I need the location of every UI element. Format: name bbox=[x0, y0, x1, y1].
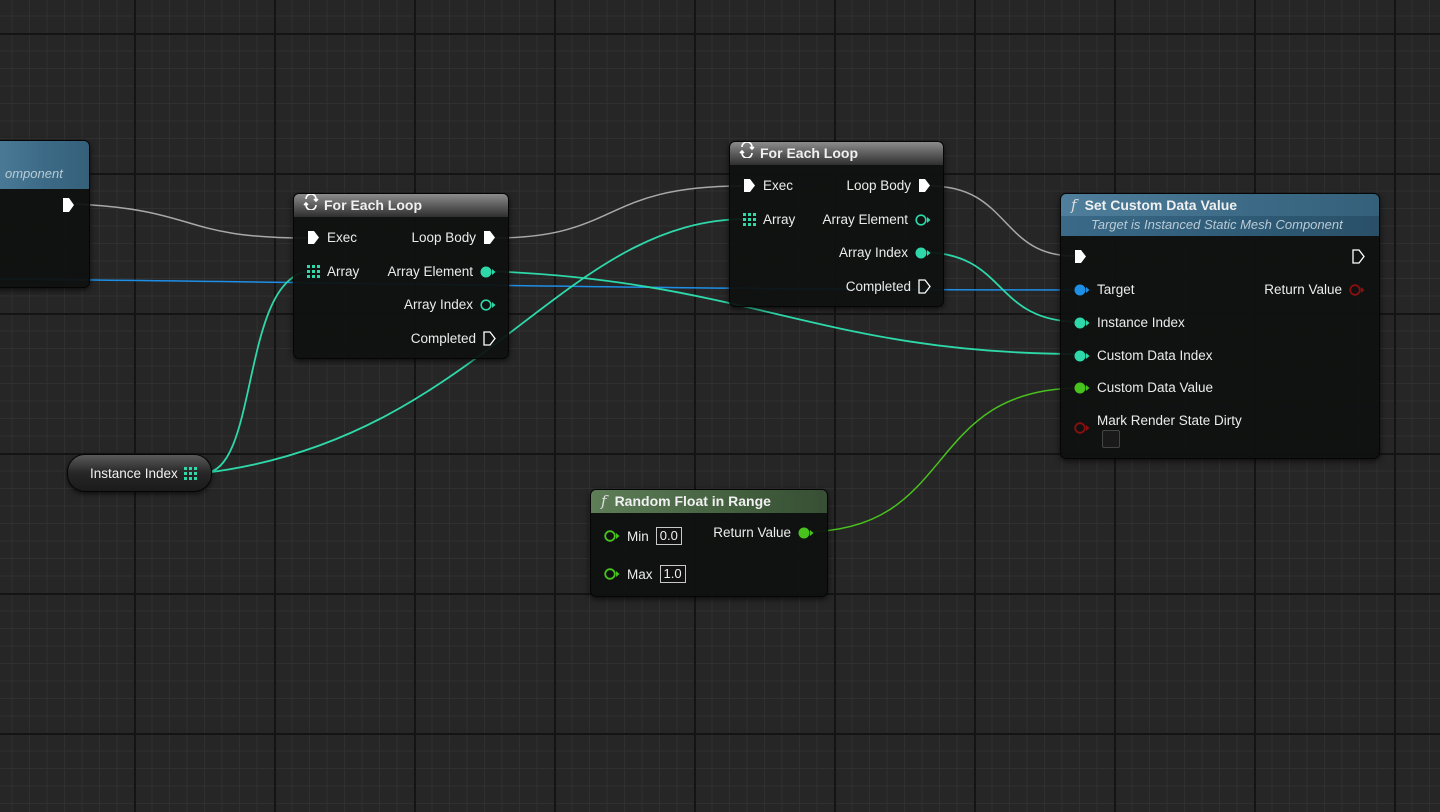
min-pin[interactable]: Min 0.0 bbox=[604, 527, 682, 545]
component-node-partial[interactable]: omponent bbox=[0, 140, 90, 288]
array-index-pin[interactable]: Array Index bbox=[404, 297, 496, 312]
custom-data-value-pin[interactable]: Custom Data Value bbox=[1074, 380, 1213, 395]
pin-label: Return Value bbox=[713, 525, 791, 540]
exec-pin-icon bbox=[308, 231, 319, 244]
exec-output-pin[interactable] bbox=[1352, 249, 1365, 264]
exec-pin-icon bbox=[483, 331, 496, 346]
pin-label: Completed bbox=[410, 331, 476, 346]
mark-render-state-dirty-checkbox[interactable] bbox=[1102, 430, 1120, 448]
exec-pin-icon bbox=[484, 231, 495, 244]
exec-pin-icon bbox=[918, 279, 931, 294]
exec-wire bbox=[75, 203, 307, 239]
array-input-pin[interactable]: Array bbox=[307, 264, 359, 279]
object-pin-icon bbox=[1074, 284, 1090, 295]
exec-wire bbox=[493, 185, 743, 239]
array-element-pin[interactable]: Array Element bbox=[387, 264, 496, 279]
pin-label: Min bbox=[627, 528, 649, 544]
integer-pin-icon bbox=[1074, 317, 1090, 328]
pin-label: Array Element bbox=[387, 264, 473, 279]
for-each-loop-node[interactable]: For Each Loop Exec Array Loop Body Array… bbox=[729, 141, 944, 307]
instance-index-wire bbox=[919, 251, 1082, 323]
float-pin-icon bbox=[798, 527, 814, 538]
pin-label: Max bbox=[627, 566, 653, 582]
function-icon: f bbox=[1071, 195, 1077, 214]
for-each-loop-node[interactable]: For Each Loop Exec Array Loop Body Array… bbox=[293, 193, 509, 359]
pin-label: Exec bbox=[327, 230, 358, 245]
completed-pin[interactable]: Completed bbox=[846, 279, 931, 294]
pin-label: Exec bbox=[763, 178, 794, 193]
integer-pin-icon bbox=[480, 298, 496, 311]
node-title: Random Float in Range bbox=[614, 493, 771, 509]
exec-pin-icon bbox=[63, 198, 74, 212]
exec-pin-icon bbox=[1352, 249, 1365, 264]
pin-label: Completed bbox=[845, 279, 911, 294]
pin-label: Target bbox=[1097, 282, 1135, 297]
integer-pin-icon bbox=[1074, 350, 1090, 361]
loop-body-pin[interactable]: Loop Body bbox=[846, 178, 931, 193]
exec-pin-icon bbox=[1075, 250, 1086, 263]
integer-pin-icon bbox=[915, 247, 931, 258]
loop-body-pin[interactable]: Loop Body bbox=[411, 230, 496, 245]
pin-label: Loop Body bbox=[411, 230, 476, 245]
target-pin[interactable]: Target bbox=[1074, 282, 1135, 297]
mark-render-state-dirty-pin[interactable]: Mark Render State Dirty bbox=[1074, 413, 1242, 434]
loop-icon bbox=[738, 142, 756, 165]
exec-pin-icon bbox=[744, 179, 755, 192]
exec-input-pin[interactable]: Exec bbox=[307, 230, 357, 245]
node-title: For Each Loop bbox=[760, 145, 858, 161]
exec-input-pin[interactable] bbox=[1074, 249, 1087, 264]
pin-label: Array Index bbox=[838, 245, 908, 260]
custom-data-value-wire bbox=[802, 387, 1082, 533]
pin-label: Mark Render State Dirty bbox=[1097, 413, 1242, 428]
float-pin-icon bbox=[604, 568, 620, 580]
float-pin-icon bbox=[1074, 382, 1090, 393]
pin-label: Array bbox=[763, 212, 796, 227]
max-value-field[interactable]: 1.0 bbox=[659, 565, 686, 583]
pin-label: Loop Body bbox=[846, 178, 911, 193]
function-icon: f bbox=[601, 492, 607, 510]
custom-data-index-pin[interactable]: Custom Data Index bbox=[1074, 348, 1213, 363]
pin-label: Return Value bbox=[1264, 282, 1342, 297]
return-value-pin[interactable]: Return Value bbox=[713, 525, 814, 540]
pin-label: Array Element bbox=[822, 212, 908, 227]
float-pin-icon bbox=[604, 530, 620, 542]
integer-pin-icon bbox=[480, 266, 496, 277]
variable-label: Instance Index bbox=[90, 465, 178, 481]
array-element-pin[interactable]: Array Element bbox=[822, 212, 931, 227]
max-pin[interactable]: Max 1.0 bbox=[604, 565, 686, 583]
pin-label: Array bbox=[327, 264, 360, 279]
exec-wire bbox=[929, 185, 1075, 257]
set-custom-data-value-node[interactable]: f Set Custom Data Value Target is Instan… bbox=[1060, 193, 1380, 459]
array-grid-icon bbox=[307, 265, 320, 278]
array-icon bbox=[183, 466, 197, 480]
random-float-in-range-node[interactable]: f Random Float in Range Min 0.0 Max 1.0 … bbox=[590, 489, 828, 597]
exec-input-pin[interactable]: Exec bbox=[743, 178, 793, 193]
pin-label: Custom Data Value bbox=[1097, 380, 1214, 395]
array-input-pin[interactable]: Array bbox=[743, 212, 795, 227]
instance-index-pin[interactable]: Instance Index bbox=[1074, 315, 1185, 330]
node-title: Set Custom Data Value bbox=[1084, 196, 1238, 213]
exec-output-pin[interactable] bbox=[61, 197, 75, 213]
return-value-pin[interactable]: Return Value bbox=[1264, 282, 1365, 297]
instance-index-variable-node[interactable]: Instance Index bbox=[67, 454, 212, 492]
min-value-field[interactable]: 0.0 bbox=[655, 527, 682, 545]
array-grid-icon bbox=[743, 213, 756, 226]
bool-pin-icon bbox=[1349, 283, 1365, 296]
loop-icon bbox=[302, 194, 320, 217]
node-subtitle: omponent bbox=[5, 166, 63, 181]
node-subtitle: Target is Instanced Static Mesh Componen… bbox=[1061, 216, 1379, 236]
completed-pin[interactable]: Completed bbox=[411, 331, 496, 346]
array-index-pin[interactable]: Array Index bbox=[839, 245, 931, 260]
pin-label: Instance Index bbox=[1097, 315, 1185, 330]
bool-pin-icon bbox=[1074, 422, 1090, 434]
pin-label: Custom Data Index bbox=[1097, 348, 1213, 363]
pin-label: Array Index bbox=[403, 297, 473, 312]
exec-pin-icon bbox=[919, 179, 930, 192]
integer-pin-icon bbox=[915, 213, 931, 226]
node-title: For Each Loop bbox=[324, 197, 422, 213]
